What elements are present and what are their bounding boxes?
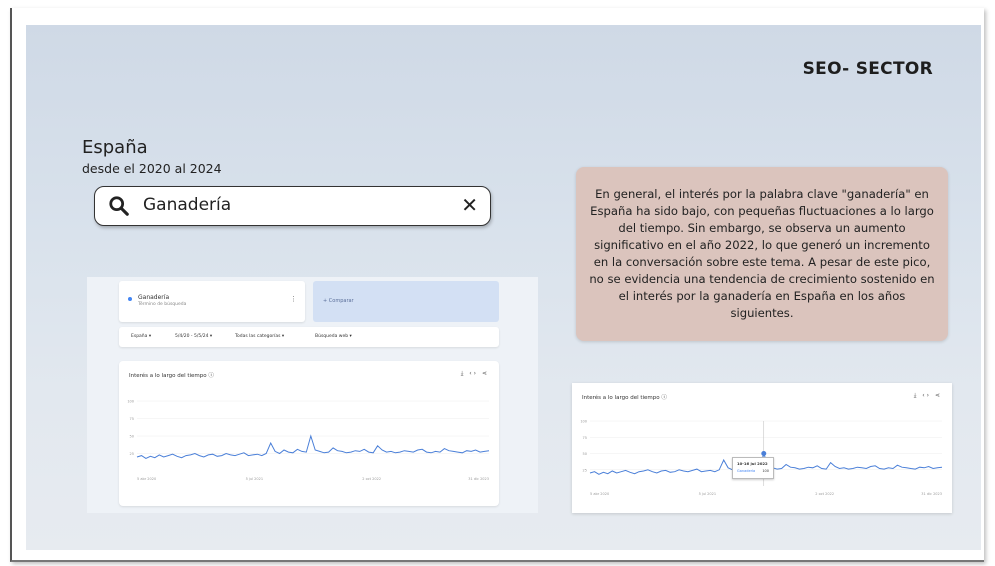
search-bar[interactable]: Ganadería ✕ [94,186,491,226]
x-tick-label: 2 oct 2022 [362,477,381,481]
y-tick-label: 25 [130,452,134,456]
chart-card-main: Interés a lo largo del tiempo ⓘ ⤓ ‹› ⋖ 1… [119,361,499,506]
series-dot-icon [128,297,132,301]
trend-chart-main: 100 75 50 25 5 abr 2020 5 jul 2021 2 oct 2022 3… [127,400,490,481]
compare-card[interactable]: + Comparar [313,281,499,322]
x-tick-label: 31 dic 2023 [921,492,942,496]
term-label: Ganadería [138,294,170,301]
x-tick-label: 5 abr 2020 [590,492,609,496]
y-tick-label: 75 [583,436,587,440]
filter-category[interactable]: Todas las categorías ▾ [235,334,284,339]
period-subtitle: desde el 2020 al 2024 [82,161,222,176]
slide: SEO- SECTOR España desde el 2020 al 2024… [26,25,981,550]
filter-bar: España ▾ 5/4/20 - 5/5/24 ▾ Todas las cat… [119,327,499,347]
series-line-ganaderia [136,434,490,459]
x-tick-label: 5 jul 2021 [246,477,264,481]
y-tick-label: 50 [583,452,587,456]
slide-heading: SEO- SECTOR [802,59,933,79]
x-tick-label: 5 abr 2020 [137,477,156,481]
tooltip-series: Ganadería [737,469,756,473]
filter-search-type[interactable]: Búsqueda web ▾ [315,334,352,339]
tooltip-value: 100 [762,469,769,473]
term-card[interactable]: Ganadería Término de búsqueda ⋮ [119,281,305,322]
description-box: En general, el interés por la palabra cl… [576,167,948,341]
search-icon [109,196,129,216]
x-tick-label: 5 jul 2021 [699,492,717,496]
search-query[interactable]: Ganadería [143,195,231,215]
x-tick-label: 2 oct 2022 [815,492,834,496]
filter-date[interactable]: 5/4/20 - 5/5/24 ▾ [175,334,212,339]
trend-chart-zoom: 100 75 50 25 5 abr 2020 5 jul 2021 2 oct 2022 3… [580,420,943,496]
tooltip-date: 10-16 jul 2022 [737,461,768,466]
y-tick-label: 100 [580,420,587,424]
y-tick-label: 50 [130,435,134,439]
compare-label: + Comparar [323,298,354,304]
y-tick-label: 75 [130,417,134,421]
trends-screenshot-main: Ganadería Término de búsqueda ⋮ + Compar… [87,277,538,513]
chart-tooltip: 10-16 jul 2022 Ganadería 100 [732,457,774,479]
more-options-icon[interactable]: ⋮ [290,295,297,303]
filter-region[interactable]: España ▾ [131,334,151,339]
x-tick-label: 31 dic 2023 [468,477,489,481]
country-title: España [82,137,148,158]
term-sublabel: Término de búsqueda [138,302,187,307]
clear-icon[interactable]: ✕ [461,193,478,217]
peak-point [761,451,767,456]
y-tick-label: 100 [127,400,134,404]
trends-screenshot-zoom: Interés a lo largo del tiempo ⓘ ⤓ ‹› ⋖ 1… [572,383,952,513]
description-text: En general, el interés por la palabra cl… [589,187,935,320]
y-tick-label: 25 [583,468,587,472]
